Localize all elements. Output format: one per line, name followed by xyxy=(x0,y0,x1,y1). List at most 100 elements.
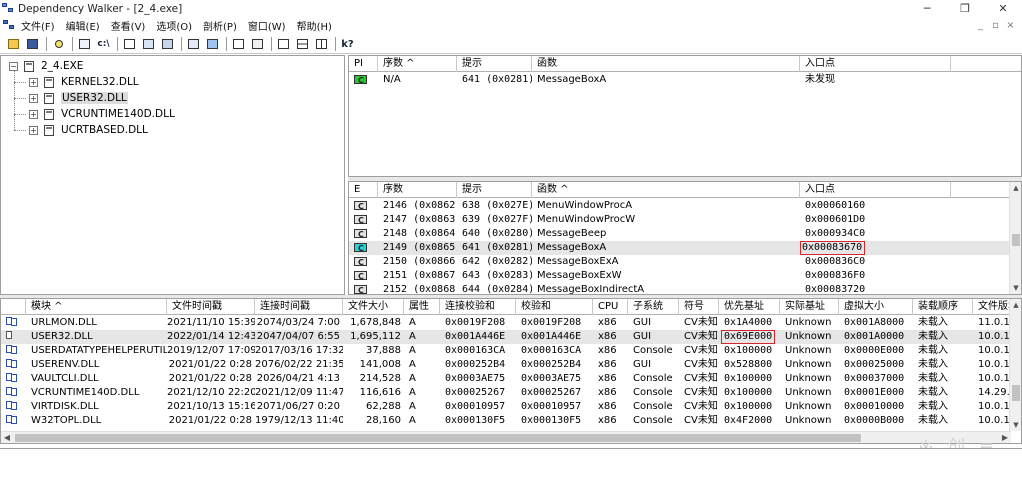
module-row[interactable]: USER32.DLL 2022/01/14 12:43 2047/04/07 6:5… xyxy=(1,330,1011,344)
unresolved-c-function-icon xyxy=(354,74,367,87)
view-module-icon[interactable] xyxy=(230,37,247,52)
col-header-ordinal[interactable]: 序数 ^ xyxy=(378,56,457,72)
scroll-left-icon[interactable]: ◀ xyxy=(1,432,13,443)
mdi-close-button[interactable]: × xyxy=(1003,17,1018,34)
menu-options[interactable]: 选项(O) xyxy=(156,18,192,33)
col-header-virtual-size[interactable]: 虚拟大小 xyxy=(839,299,913,315)
scroll-up-icon[interactable]: ▲ xyxy=(1010,182,1021,194)
module-horizontal-scrollbar[interactable]: ◀ ▶ xyxy=(1,431,1011,443)
cell-subsystem: Console xyxy=(633,415,673,426)
module-row[interactable]: URLMON.DLL 2021/11/10 15:39 2074/03/24 7:0… xyxy=(1,316,1011,330)
col-header-module[interactable]: 模块 ^ xyxy=(26,299,167,315)
export-row[interactable]: 2152 (0x0868) 644 (0x0284) MessageBoxInd… xyxy=(349,283,951,294)
tile-horizontal-icon[interactable] xyxy=(294,37,311,52)
auto-expand-icon[interactable] xyxy=(140,37,157,52)
cascade-icon[interactable] xyxy=(275,37,292,52)
export-row[interactable]: 2148 (0x0864) 640 (0x0280) MessageBeep 0… xyxy=(349,227,951,241)
copy-icon[interactable] xyxy=(76,37,93,52)
full-paths-icon[interactable]: c:\ xyxy=(95,37,112,52)
export-row[interactable]: 2151 (0x0867) 643 (0x0283) MessageBoxExW… xyxy=(349,269,951,283)
tree-node-kernel32[interactable]: + KERNEL32.DLL xyxy=(29,74,139,90)
mdi-minimize-button[interactable]: _ xyxy=(973,17,988,34)
scroll-down-icon[interactable]: ▼ xyxy=(1010,282,1021,294)
module-vertical-scrollbar[interactable]: ▲ ▼ xyxy=(1009,299,1021,431)
scroll-up-icon[interactable]: ▲ xyxy=(1010,299,1021,311)
col-header-checksum[interactable]: 校验和 xyxy=(516,299,593,315)
col-header-symbols[interactable]: 符号 xyxy=(679,299,719,315)
minimize-button[interactable]: ─ xyxy=(908,0,946,17)
expand-icon[interactable]: + xyxy=(29,125,38,135)
export-row[interactable]: 2150 (0x0866) 642 (0x0282) MessageBoxExA… xyxy=(349,255,951,269)
tree-node-vcruntime140d[interactable]: + VCRUNTIME140D.DLL xyxy=(29,106,175,122)
col-header-attributes[interactable]: 属性 xyxy=(404,299,440,315)
find-icon[interactable] xyxy=(50,37,67,52)
col-header-entry-point[interactable]: 入口点 xyxy=(800,182,951,198)
col-header-hint[interactable]: 提示 xyxy=(457,182,532,198)
col-header-load-order[interactable]: 装载顺序 xyxy=(913,299,973,315)
import-row[interactable]: N/A 641 (0x0281) MessageBoxA 未发现 xyxy=(349,73,951,87)
tree-node-ucrtbased[interactable]: + UCRTBASED.DLL xyxy=(29,122,148,138)
col-header-ordinal[interactable]: 序数 xyxy=(378,182,457,198)
module-row[interactable]: VIRTDISK.DLL 2021/10/13 15:16 2071/06/27 0… xyxy=(1,400,1011,414)
menu-window[interactable]: 窗口(W) xyxy=(248,18,286,33)
export-row[interactable]: 2147 (0x0863) 639 (0x027F) MenuWindowPro… xyxy=(349,213,951,227)
col-header-cpu[interactable]: CPU xyxy=(593,299,628,315)
document-icon[interactable] xyxy=(3,20,17,31)
help-icon[interactable]: k? xyxy=(339,37,356,52)
export-vertical-scrollbar[interactable]: ▲ ▼ xyxy=(1009,182,1021,294)
expand-icon[interactable]: + xyxy=(29,109,38,119)
menu-help[interactable]: 帮助(H) xyxy=(297,18,332,33)
col-header-pi[interactable]: PI xyxy=(349,56,378,72)
expand-icon[interactable]: + xyxy=(29,93,38,103)
col-header-function[interactable]: 函数 xyxy=(532,56,800,72)
cell-virtual-size: 0x00037000 xyxy=(844,373,905,384)
collapse-icon[interactable]: − xyxy=(9,61,18,71)
scroll-thumb[interactable] xyxy=(1012,385,1020,401)
restore-button[interactable]: ❐ xyxy=(946,0,984,17)
export-row[interactable]: 2146 (0x0862) 638 (0x027E) MenuWindowPro… xyxy=(349,199,951,213)
menu-view[interactable]: 查看(V) xyxy=(111,18,146,33)
col-header-link-timestamp[interactable]: 连接时间戳 xyxy=(255,299,343,315)
col-header-entry-point[interactable]: 入口点 xyxy=(800,56,951,72)
col-header-file-size[interactable]: 文件大小 xyxy=(343,299,404,315)
configure-icon[interactable] xyxy=(159,37,176,52)
col-header-preferred-base[interactable]: 优先基址 xyxy=(719,299,780,315)
col-header-file-version[interactable]: 文件版本 xyxy=(973,299,1011,315)
cell-attributes: A xyxy=(409,331,416,342)
module-row[interactable]: USERENV.DLL 2021/01/22 0:28 2076/02/22 21:… xyxy=(1,358,1011,372)
menu-edit[interactable]: 编辑(E) xyxy=(66,18,100,33)
module-row[interactable]: W32TOPL.DLL 2021/01/22 0:28 1979/12/13 11:… xyxy=(1,414,1011,428)
undecorate-icon[interactable] xyxy=(121,37,138,52)
menu-file[interactable]: 文件(F) xyxy=(21,18,55,33)
col-header-file-timestamp[interactable]: 文件时间戳 xyxy=(167,299,255,315)
expand-icon[interactable]: + xyxy=(29,77,38,87)
scroll-down-icon[interactable]: ▼ xyxy=(1010,419,1021,431)
log-pane[interactable] xyxy=(0,448,1022,483)
scroll-thumb[interactable] xyxy=(1012,234,1020,246)
col-header-actual-base[interactable]: 实际基址 xyxy=(780,299,839,315)
save-icon[interactable] xyxy=(24,37,41,52)
export-row-selected[interactable]: 2149 (0x0865) 641 (0x0281) MessageBoxA 0… xyxy=(349,241,1011,255)
mdi-restore-button[interactable]: ▫ xyxy=(988,17,1003,34)
module-row[interactable]: VAULTCLI.DLL 2021/01/22 0:28 2026/04/21 4:… xyxy=(1,372,1011,386)
highlighted-entry-point: 0x00083670 xyxy=(800,241,866,255)
properties-icon[interactable] xyxy=(204,37,221,52)
col-header-subsystem[interactable]: 子系统 xyxy=(628,299,679,315)
col-header-e[interactable]: E xyxy=(349,182,378,198)
scroll-thumb[interactable] xyxy=(15,434,861,442)
open-folder-icon[interactable] xyxy=(5,37,22,52)
module-row[interactable]: USERDATATYPEHELPERUTIL 2019/12/07 17:09 20… xyxy=(1,344,1011,358)
tree-node-root[interactable]: − 2_4.EXE xyxy=(9,58,83,74)
module-list-icon[interactable] xyxy=(185,37,202,52)
external-viewer-icon[interactable] xyxy=(249,37,266,52)
module-row[interactable]: VCRUNTIME140D.DLL 2021/12/10 22:20 2021/12… xyxy=(1,386,1011,400)
col-header-function[interactable]: 函数 ^ xyxy=(532,182,800,198)
close-button[interactable]: ✕ xyxy=(984,0,1022,17)
menu-profile[interactable]: 剖析(P) xyxy=(203,18,237,33)
cell-file-version: 11.0.1 xyxy=(978,317,1010,328)
tile-vertical-icon[interactable] xyxy=(313,37,330,52)
col-header-link-checksum[interactable]: 连接校验和 xyxy=(440,299,516,315)
col-header-hint[interactable]: 提示 xyxy=(457,56,532,72)
tree-node-user32[interactable]: + USER32.DLL xyxy=(29,90,128,106)
scroll-right-icon[interactable]: ▶ xyxy=(999,432,1011,443)
